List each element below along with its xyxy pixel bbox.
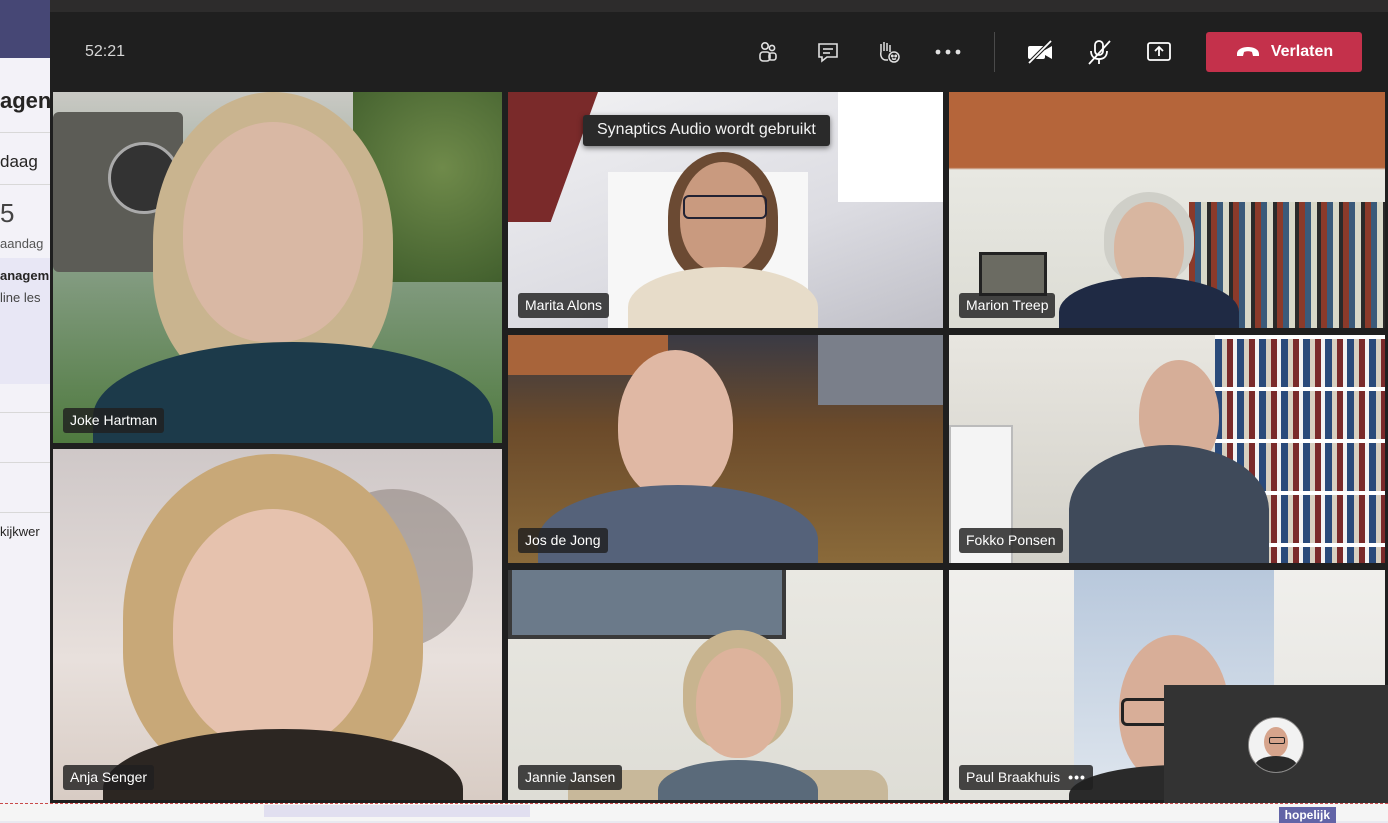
participant-name-label: Fokko Ponsen xyxy=(959,528,1063,553)
participant-name-label: Marita Alons xyxy=(518,293,610,318)
video-tile-marion-treep[interactable]: Marion Treep xyxy=(949,92,1385,328)
background-weekday: aandag xyxy=(0,236,44,251)
background-date-number: 5 xyxy=(0,198,15,228)
video-feed xyxy=(53,92,502,443)
leave-button[interactable]: Verlaten xyxy=(1206,32,1362,72)
wall-picture xyxy=(979,252,1047,296)
self-avatar xyxy=(1248,717,1304,773)
audio-device-tooltip: Synaptics Audio wordt gebruikt xyxy=(583,115,830,146)
face xyxy=(183,122,363,342)
leave-label: Verlaten xyxy=(1270,43,1334,60)
control-separator xyxy=(994,32,995,72)
top xyxy=(658,760,818,800)
participant-name-label: Jannie Jansen xyxy=(518,765,623,790)
meeting-timer: 52:21 xyxy=(85,43,126,60)
self-view-tile[interactable] xyxy=(1164,685,1388,803)
participant-name-label: Joke Hartman xyxy=(63,408,165,433)
video-tile-anja-senger[interactable]: Anja Senger xyxy=(53,449,502,800)
jacket xyxy=(1069,445,1269,563)
participant-name-label: Paul Braakhuis ••• xyxy=(959,765,1093,790)
video-tile-joke-hartman[interactable]: Joke Hartman xyxy=(53,92,502,443)
video-tile-jannie-jansen[interactable]: Jannie Jansen xyxy=(508,570,943,800)
roof-beam xyxy=(508,92,598,222)
background-list-item: kijkwer xyxy=(0,524,40,539)
background-view-label[interactable]: daag xyxy=(0,152,38,172)
participant-name-label: Jos de Jong xyxy=(518,528,608,553)
share-screen-icon[interactable] xyxy=(1141,36,1177,68)
participant-name-label: Marion Treep xyxy=(959,293,1056,318)
background-scroll-bar xyxy=(264,805,530,817)
face xyxy=(173,509,373,749)
hang-up-icon xyxy=(1236,47,1259,56)
face xyxy=(618,350,733,500)
raise-hand-icon[interactable] xyxy=(870,36,906,68)
more-options-icon[interactable] xyxy=(930,36,966,68)
building xyxy=(818,335,943,405)
background-bottom-strip: hopelijk xyxy=(0,803,1388,823)
video-tile-jos-de-jong[interactable]: Jos de Jong xyxy=(508,335,943,563)
background-event-title: anagem xyxy=(0,268,50,283)
meeting-title-strip xyxy=(50,0,1388,12)
meeting-control-bar: 52:21 Verlaten xyxy=(50,12,1388,90)
meeting-window: 52:21 Verlaten Joke Hartman Marita Alons… xyxy=(50,0,1388,803)
video-tile-fokko-ponsen[interactable]: Fokko Ponsen xyxy=(949,335,1385,563)
participants-icon[interactable] xyxy=(750,36,786,68)
participant-name-label: Anja Senger xyxy=(63,765,155,790)
camera-off-icon[interactable] xyxy=(1022,36,1058,68)
video-feed xyxy=(53,449,502,800)
wall-painting xyxy=(508,570,786,639)
participant-more-options-icon[interactable]: ••• xyxy=(1068,769,1086,785)
chat-icon[interactable] xyxy=(810,36,846,68)
background-event-subtitle: line les xyxy=(0,290,41,305)
glasses xyxy=(683,195,767,219)
background-bottom-button[interactable]: hopelijk xyxy=(1278,807,1336,823)
face xyxy=(696,648,781,758)
mic-off-icon[interactable] xyxy=(1081,36,1117,68)
skylight xyxy=(838,92,943,202)
participant-name: Paul Braakhuis xyxy=(966,769,1061,785)
